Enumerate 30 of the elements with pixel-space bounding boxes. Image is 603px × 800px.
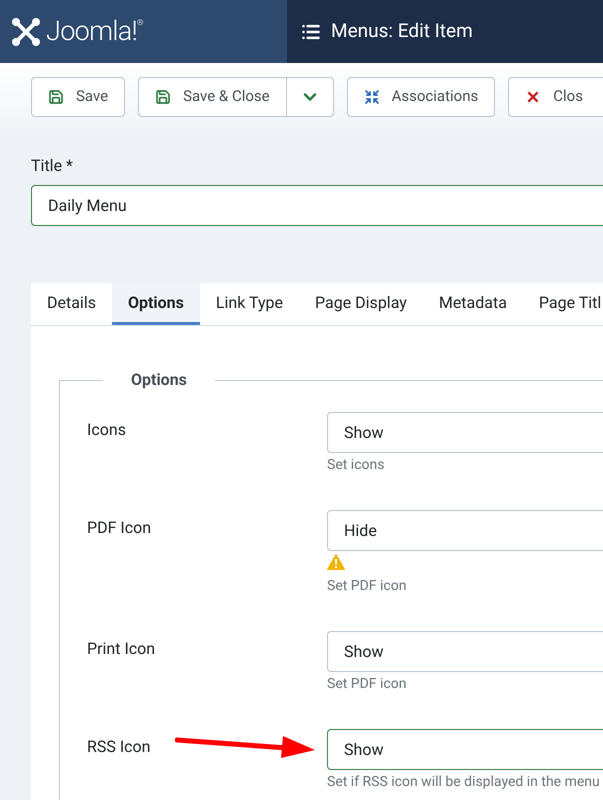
select-field[interactable]: Show: [327, 631, 603, 672]
select-field[interactable]: Show: [327, 729, 603, 770]
tab[interactable]: Metadata: [422, 283, 523, 325]
title-label: Title *: [31, 155, 74, 177]
associations-button[interactable]: Associations: [346, 76, 496, 116]
select-field[interactable]: Show: [327, 412, 603, 453]
tab[interactable]: Options: [112, 283, 200, 325]
warning-icon: [327, 554, 345, 570]
tab[interactable]: Page Titl: [522, 283, 603, 325]
tab[interactable]: Link Type: [200, 283, 300, 325]
help-text: Set if RSS icon will be displayed in the menu: [327, 773, 601, 792]
help-text: Set PDF icon: [327, 675, 408, 694]
compress-icon: [364, 88, 380, 104]
tab[interactable]: Page Display: [299, 283, 423, 325]
logo-icon: [10, 16, 42, 48]
title-field[interactable]: Daily Menu: [31, 185, 603, 226]
help-text: Set icons: [327, 456, 386, 475]
save-button[interactable]: Save: [31, 76, 126, 116]
field-label: Print Icon: [87, 639, 156, 658]
save-close-button[interactable]: Save & Close: [139, 78, 286, 116]
help-text: Set PDF icon: [327, 577, 408, 596]
page-title: Menus: Edit Item: [331, 18, 473, 44]
field-label: PDF Icon: [87, 518, 152, 537]
fieldset-legend: Options: [103, 368, 215, 392]
field-label: Icons: [87, 420, 126, 439]
close-button[interactable]: Clos: [508, 76, 603, 116]
logo-text: Joomla!$^{®}$: [46, 15, 143, 48]
tab[interactable]: Details: [31, 283, 112, 325]
select-field[interactable]: Hide: [327, 510, 603, 551]
field-label: RSS Icon: [87, 737, 151, 756]
